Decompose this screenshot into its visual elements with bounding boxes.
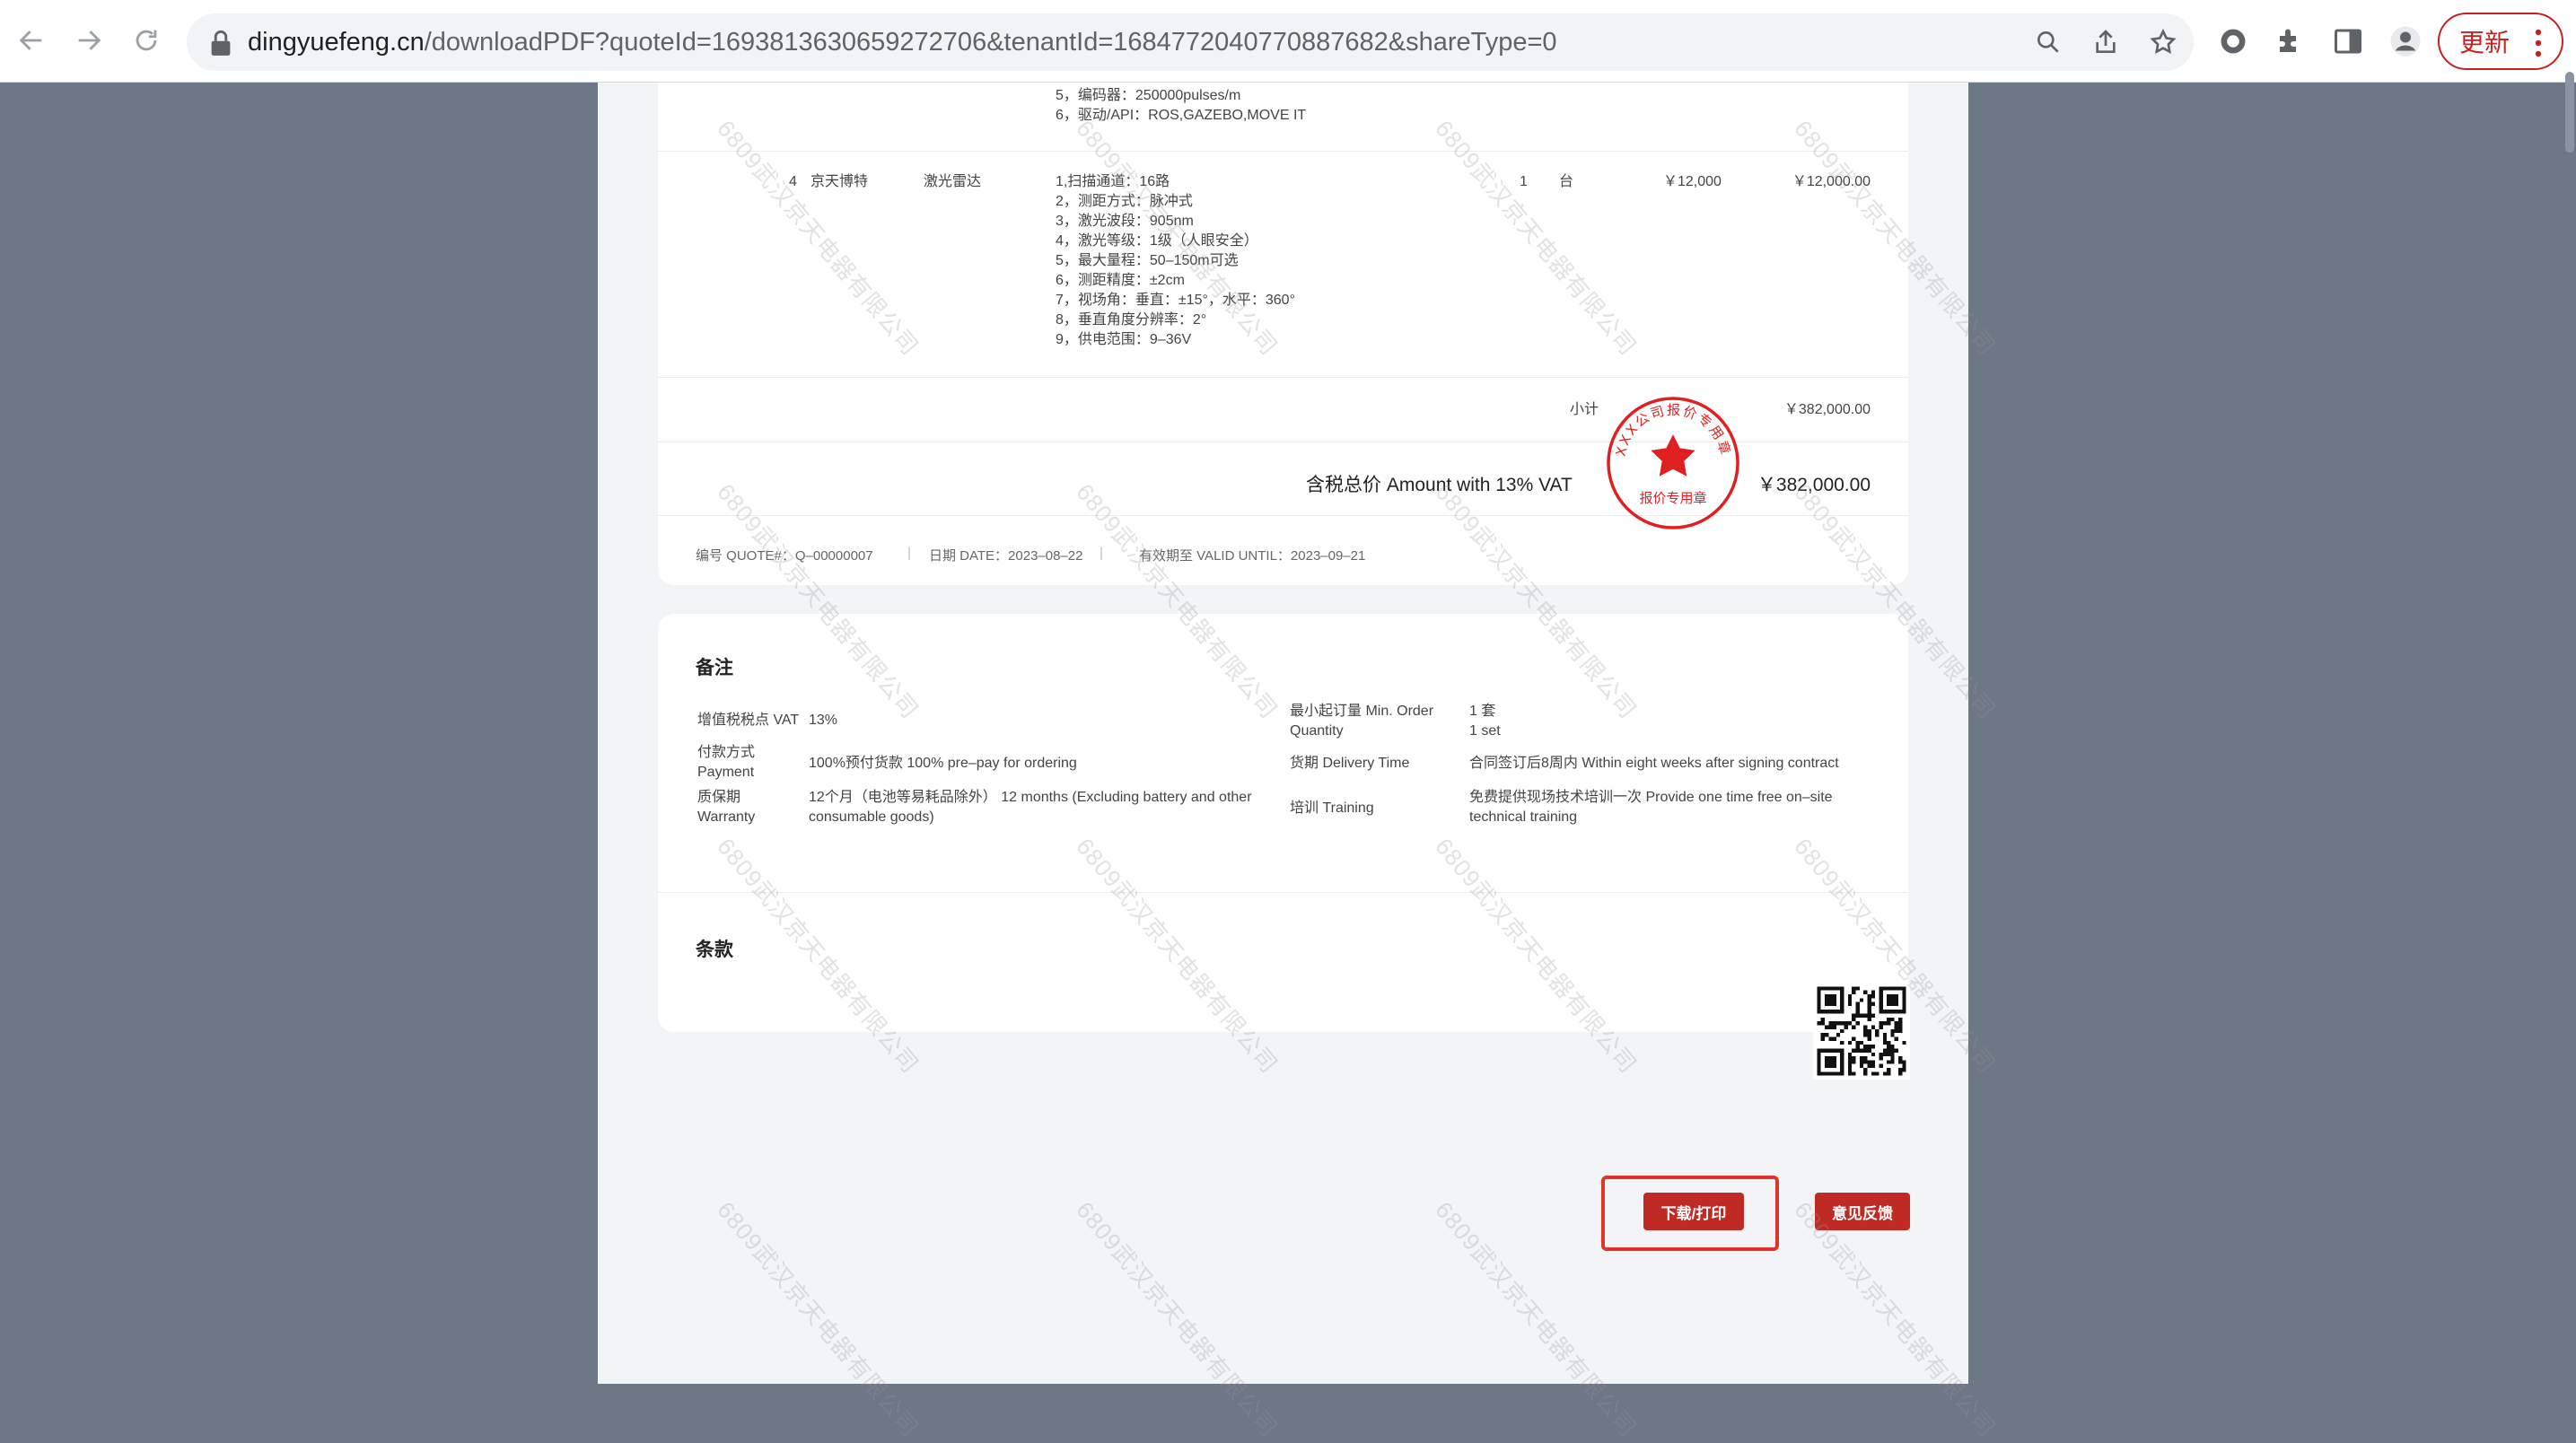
warranty-label-cn: 质保期 [697,790,741,805]
spec-line: 3，激光波段：905nm [1056,214,1194,229]
item-qty: 1 [1520,174,1528,189]
subtotal-value: ￥382,000.00 [1783,402,1871,417]
moq-value-line1: 1 套 [1469,704,1496,719]
browser-toolbar: dingyuefeng.cn/downloadPDF?quoteId=16938… [0,0,2576,83]
more-menu-icon [2535,29,2542,57]
warranty-label-en: Warranty [697,809,756,825]
prev-item-spec-5: 5，编码器：250000pulses/m [1056,88,1241,103]
share-icon [2096,30,2116,53]
moq-value-line2: 1 set [1469,723,1501,739]
reload-icon [136,30,157,51]
download-print-button[interactable]: 下载/打印 [1643,1193,1744,1230]
subtotal-label: 小计 [1570,402,1599,417]
item-amount: ￥12,000.00 [1792,174,1871,189]
item-number: 4 [789,174,797,189]
item-unit-price: ￥12,000 [1663,174,1722,189]
side-panel-icon [2335,29,2361,54]
section-divider [658,892,1908,893]
item-name: 激光雷达 [924,174,982,189]
payment-label-en: Payment [697,765,755,780]
extensions-button[interactable] [2271,22,2310,61]
quote-date: 日期 DATE：2023–08–22 [929,548,1083,564]
training-value-line2: technical training [1469,809,1578,825]
bookmark-button[interactable] [2145,24,2181,60]
spec-line: 9，供电范围：9–36V [1056,332,1192,347]
training-label: 培训 Training [1290,800,1374,816]
notes-card: 备注 增值税税点 VAT 13% 付款方式 Payment 100%预付货款 1… [658,614,1908,1032]
quote-valid-until: 有效期至 VALID UNTIL：2023–09–21 [1139,548,1366,564]
item-brand: 京天博特 [810,174,869,189]
back-arrow-icon [19,31,42,50]
update-label: 更新 [2459,29,2510,57]
address-bar[interactable]: dingyuefeng.cn/downloadPDF?quoteId=16938… [187,13,2194,71]
item-unit: 台 [1559,174,1574,189]
warranty-value-line1: 12个月（电池等易耗品除外） 12 months (Excluding batt… [809,790,1252,805]
moq-label-line1: 最小起订量 Min. Order [1290,704,1434,719]
back-button[interactable] [9,18,54,63]
url-path: /downloadPDF?quoteId=1693813630659272706… [424,28,1557,57]
puzzle-icon [2280,29,2296,52]
row-divider [658,377,1908,378]
notes-title: 备注 [696,658,733,678]
share-button[interactable] [2088,24,2124,60]
spec-line: 7，视场角：垂直：±15°，水平：360° [1056,293,1295,308]
extension-record-button[interactable] [2213,22,2253,61]
zoom-icon [2037,31,2059,53]
meta-divider: | [1100,546,1103,561]
item-specs: 1,扫描通道：16路 2，测距方式：脉冲式 3，激光波段：905nm 4，激光等… [1056,172,1295,350]
url-text: dingyuefeng.cn/downloadPDF?quoteId=16938… [248,13,1557,71]
company-seal-stamp: XXX公司报价专用章 报价专用章 [1607,397,1739,529]
spec-line: 5，最大量程：50–150m可选 [1056,253,1239,268]
delivery-label: 货期 Delivery Time [1290,756,1410,771]
training-value-line1: 免费提供现场技术培训一次 Provide one time free on–si… [1469,790,1833,805]
profile-button[interactable] [2386,22,2425,61]
seal-inner-text: 报价专用章 [1639,490,1706,506]
url-host: dingyuefeng.cn [248,28,425,57]
terms-title: 条款 [696,940,733,960]
side-panel-button[interactable] [2328,22,2368,61]
payment-label-cn: 付款方式 [697,745,756,760]
star-icon [2150,28,2177,54]
avatar-icon [2390,26,2421,57]
prev-item-spec-6: 6，驱动/API：ROS,GAZEBO,MOVE IT [1056,108,1307,123]
vat-label: 增值税税点 VAT [697,713,800,728]
qr-code [1813,983,1910,1080]
forward-button[interactable] [66,18,111,63]
total-label: 含税总价 Amount with 13% VAT [1306,475,1573,495]
meta-divider: | [907,546,911,561]
update-button[interactable]: 更新 [2438,13,2563,70]
spec-line: 6，测距精度：±2cm [1056,273,1185,288]
record-icon [2221,29,2246,54]
warranty-value-line2: consumable goods) [809,809,934,825]
spec-line: 2，测距方式：脉冲式 [1056,194,1193,209]
quote-number: 编号 QUOTE#：Q–00000007 [696,548,873,564]
forward-arrow-icon [78,31,101,50]
payment-value: 100%预付货款 100% pre–pay for ordering [809,756,1077,771]
reload-button[interactable] [124,18,169,63]
feedback-button[interactable]: 意见反馈 [1815,1193,1910,1230]
row-divider [658,151,1908,152]
spec-line: 8，垂直角度分辨率：2° [1056,312,1207,328]
zoom-button[interactable] [2030,24,2066,60]
vat-value: 13% [809,713,838,728]
delivery-value: 合同签订后8周内 Within eight weeks after signin… [1469,756,1839,771]
spec-line: 4，激光等级：1级（人眼安全） [1056,233,1258,249]
lock-icon [211,30,231,56]
spec-line: 1,扫描通道：16路 [1056,174,1170,189]
scrollbar-thumb[interactable] [2565,72,2574,153]
moq-label-line2: Quantity [1290,723,1344,739]
scrollbar-track[interactable] [2563,83,2576,1384]
total-value: ￥382,000.00 [1757,475,1871,495]
